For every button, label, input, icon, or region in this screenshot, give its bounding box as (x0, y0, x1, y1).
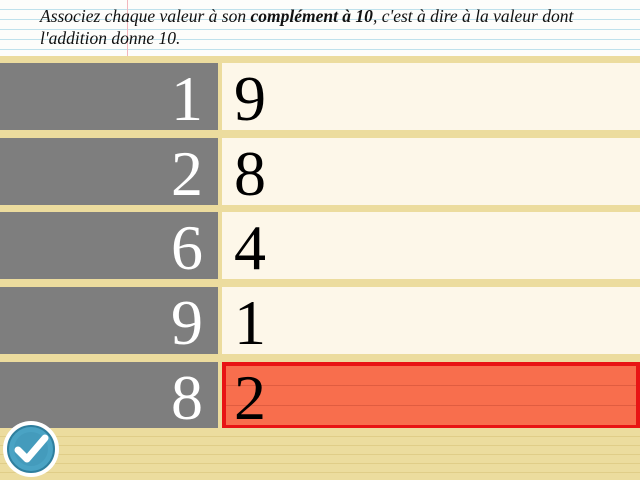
left-value: 2 (171, 138, 203, 209)
left-value-tile[interactable]: 2 (0, 138, 218, 209)
exercise-screen: Associez chaque valeur à son complément … (0, 0, 640, 480)
right-value: 2 (234, 362, 266, 433)
right-value: 8 (234, 138, 266, 209)
row-separator (0, 131, 640, 138)
checkmark-icon (5, 423, 57, 475)
row-separator (0, 56, 640, 63)
right-value: 1 (234, 287, 266, 358)
right-value-tile[interactable]: 1 (222, 287, 640, 358)
left-value-tile[interactable]: 6 (0, 212, 218, 283)
left-value-tile[interactable]: 8 (0, 362, 218, 433)
row-separator (0, 355, 640, 362)
instruction-panel: Associez chaque valeur à son complément … (0, 0, 640, 56)
instruction-prefix: Associez chaque valeur à son (40, 6, 251, 26)
right-value: 9 (234, 63, 266, 134)
right-value: 4 (234, 212, 266, 283)
pair-row: 9 1 (0, 280, 640, 361)
pair-row: 6 4 (0, 205, 640, 286)
instruction-text: Associez chaque valeur à son complément … (40, 5, 636, 49)
right-value-tile[interactable]: 4 (222, 212, 640, 283)
left-value: 9 (171, 287, 203, 358)
left-value: 6 (171, 212, 203, 283)
right-value-tile-selected[interactable]: 2 (222, 362, 640, 433)
left-value: 1 (171, 63, 203, 134)
left-value-tile[interactable]: 9 (0, 287, 218, 358)
left-value-tile[interactable]: 1 (0, 63, 218, 134)
instruction-bold: complément à 10 (250, 6, 373, 26)
row-separator (0, 280, 640, 287)
pair-row: 8 2 (0, 355, 640, 436)
pair-row: 2 8 (0, 131, 640, 212)
validate-button[interactable] (3, 421, 59, 477)
left-value: 8 (171, 362, 203, 433)
footer-bar (0, 428, 640, 480)
right-value-tile[interactable]: 9 (222, 63, 640, 134)
row-separator (0, 205, 640, 212)
pair-row: 1 9 (0, 56, 640, 137)
right-value-tile[interactable]: 8 (222, 138, 640, 209)
